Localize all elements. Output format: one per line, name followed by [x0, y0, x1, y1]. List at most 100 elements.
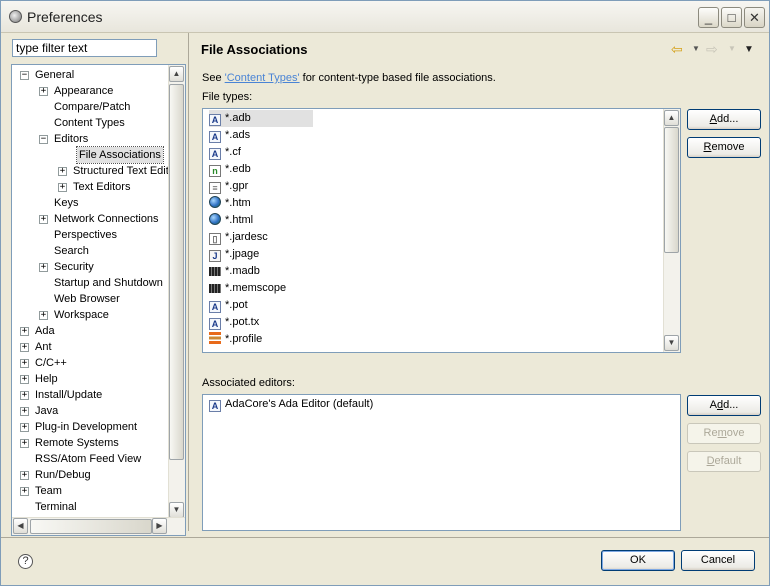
- file-type-row[interactable]: *.memscope: [209, 280, 286, 297]
- tree-expander-icon[interactable]: −: [20, 71, 29, 80]
- tree-expander-icon[interactable]: +: [20, 359, 29, 368]
- types-scroll-down-icon[interactable]: ▼: [664, 335, 679, 351]
- tree-item[interactable]: Structured Text Edit: [73, 163, 169, 179]
- file-types-list[interactable]: A *.adb A *.ads A *.cf n *.edb ≡ *.gpr *.htm *.html…: [202, 108, 681, 353]
- forward-dropdown-icon[interactable]: ▼: [728, 44, 736, 53]
- tree-item[interactable]: Security: [54, 259, 94, 275]
- back-dropdown-icon[interactable]: ▼: [692, 44, 700, 53]
- panel-splitter[interactable]: [188, 33, 189, 531]
- remove-file-type-button[interactable]: Remove: [687, 137, 761, 158]
- default-editor-button[interactable]: Default: [687, 451, 761, 472]
- types-scroll-thumb[interactable]: [664, 127, 679, 253]
- file-type-row-label: *.adb: [225, 112, 251, 124]
- tree-item[interactable]: Remote Systems: [35, 435, 119, 451]
- tree-item[interactable]: Network Connections: [54, 211, 159, 227]
- tree-scroll-thumb[interactable]: [169, 84, 184, 460]
- tree-expander-icon[interactable]: +: [58, 183, 67, 192]
- tree-item[interactable]: Install/Update: [35, 387, 102, 403]
- cancel-button[interactable]: Cancel: [681, 550, 755, 571]
- tree-expander-icon[interactable]: +: [20, 439, 29, 448]
- tree-item[interactable]: Help: [35, 371, 58, 387]
- scroll-right-icon[interactable]: ▶: [152, 518, 167, 534]
- tree-expander-icon[interactable]: +: [20, 375, 29, 384]
- file-types-scrollbar[interactable]: ▲ ▼: [663, 109, 680, 352]
- tree-expander-icon[interactable]: +: [20, 327, 29, 336]
- tree-item[interactable]: Terminal: [35, 499, 77, 515]
- tree-item[interactable]: C/C++: [35, 355, 67, 371]
- file-type-row[interactable]: ▯ *.jardesc: [209, 229, 268, 246]
- types-scroll-up-icon[interactable]: ▲: [664, 110, 679, 126]
- forward-arrow-icon[interactable]: ⇨: [706, 41, 718, 58]
- content-types-link[interactable]: 'Content Types': [225, 72, 300, 84]
- title-bar[interactable]: Preferences _ □ ✕: [1, 1, 769, 33]
- maximize-button[interactable]: □: [721, 7, 742, 28]
- scroll-left-icon[interactable]: ◀: [13, 518, 28, 534]
- minimize-button[interactable]: _: [698, 7, 719, 28]
- tree-item[interactable]: Editors: [54, 131, 88, 147]
- add-file-type-button[interactable]: Add...: [687, 109, 761, 130]
- tree-expander-icon[interactable]: +: [20, 391, 29, 400]
- tree-expander-icon[interactable]: +: [20, 407, 29, 416]
- back-arrow-icon[interactable]: ⇦: [671, 41, 683, 58]
- tree-expander-icon[interactable]: +: [20, 423, 29, 432]
- file-type-row[interactable]: A *.ads: [209, 127, 250, 144]
- help-icon[interactable]: ?: [18, 554, 33, 569]
- file-type-row[interactable]: J *.jpage: [209, 246, 259, 263]
- file-type-row-label: *.html: [225, 214, 254, 226]
- tree-item[interactable]: Keys: [54, 195, 78, 211]
- ok-button[interactable]: OK: [601, 550, 675, 571]
- filter-input[interactable]: [12, 39, 157, 57]
- associated-editors-list[interactable]: A AdaCore's Ada Editor (default): [202, 394, 681, 531]
- tree-item[interactable]: Web Browser: [54, 291, 120, 307]
- scroll-down-icon[interactable]: ▼: [169, 502, 184, 518]
- tree-item[interactable]: Plug-in Development: [35, 419, 137, 435]
- tree-item[interactable]: Ada: [35, 323, 55, 339]
- tree-horizontal-scrollbar[interactable]: ◀ ▶: [12, 517, 185, 535]
- tree-item[interactable]: Search: [54, 243, 89, 259]
- tree-expander-icon[interactable]: +: [20, 471, 29, 480]
- file-type-row[interactable]: A *.adb: [209, 110, 313, 127]
- tree-expander-icon[interactable]: +: [58, 167, 67, 176]
- tree-expander-icon[interactable]: −: [39, 135, 48, 144]
- btn-text: d...: [723, 399, 739, 411]
- tree-item[interactable]: RSS/Atom Feed View: [35, 451, 141, 467]
- editor-row[interactable]: A AdaCore's Ada Editor (default): [209, 396, 373, 413]
- file-type-row[interactable]: A *.pot.tx: [209, 314, 259, 331]
- tree-expander-icon[interactable]: +: [39, 87, 48, 96]
- file-type-row[interactable]: *.html: [209, 212, 253, 229]
- tree-vertical-scrollbar[interactable]: ▲ ▼: [168, 65, 185, 518]
- file-type-row[interactable]: A *.pot: [209, 297, 248, 314]
- file-type-row[interactable]: A *.cf: [209, 144, 241, 161]
- eclipse-app-icon: [9, 10, 22, 23]
- tree-hscroll-thumb[interactable]: [30, 519, 152, 534]
- tree-item[interactable]: Perspectives: [54, 227, 117, 243]
- tree-item[interactable]: Appearance: [54, 83, 113, 99]
- file-type-row[interactable]: n *.edb: [209, 161, 251, 178]
- close-button[interactable]: ✕: [744, 7, 765, 28]
- tree-item[interactable]: Compare/Patch: [54, 99, 130, 115]
- file-type-row[interactable]: *.htm: [209, 195, 251, 212]
- tree-item[interactable]: Ant: [35, 339, 52, 355]
- tree-expander-icon[interactable]: +: [20, 487, 29, 496]
- tree-item[interactable]: Run/Debug: [35, 467, 91, 483]
- tree-item[interactable]: Startup and Shutdown: [54, 275, 163, 291]
- view-menu-icon[interactable]: ▼: [744, 44, 754, 55]
- tree-item[interactable]: Text Editors: [73, 179, 130, 195]
- tree-item[interactable]: File Associations: [76, 146, 164, 164]
- tree-expander-icon[interactable]: +: [20, 343, 29, 352]
- file-type-row-label: *.pot: [225, 299, 248, 311]
- file-type-row[interactable]: *.madb: [209, 263, 260, 280]
- tree-item[interactable]: Workspace: [54, 307, 109, 323]
- tree-item[interactable]: General: [35, 67, 74, 83]
- tree-expander-icon[interactable]: +: [39, 215, 48, 224]
- tree-item[interactable]: Team: [35, 483, 62, 499]
- tree-expander-icon[interactable]: +: [39, 263, 48, 272]
- scroll-up-icon[interactable]: ▲: [169, 66, 184, 82]
- file-type-row[interactable]: ≡ *.gpr: [209, 178, 248, 195]
- tree-item[interactable]: Content Types: [54, 115, 125, 131]
- tree-expander-icon[interactable]: +: [39, 311, 48, 320]
- remove-editor-button[interactable]: Remove: [687, 423, 761, 444]
- add-editor-button[interactable]: Add...: [687, 395, 761, 416]
- file-type-row[interactable]: *.profile: [209, 331, 262, 348]
- tree-item[interactable]: Java: [35, 403, 58, 419]
